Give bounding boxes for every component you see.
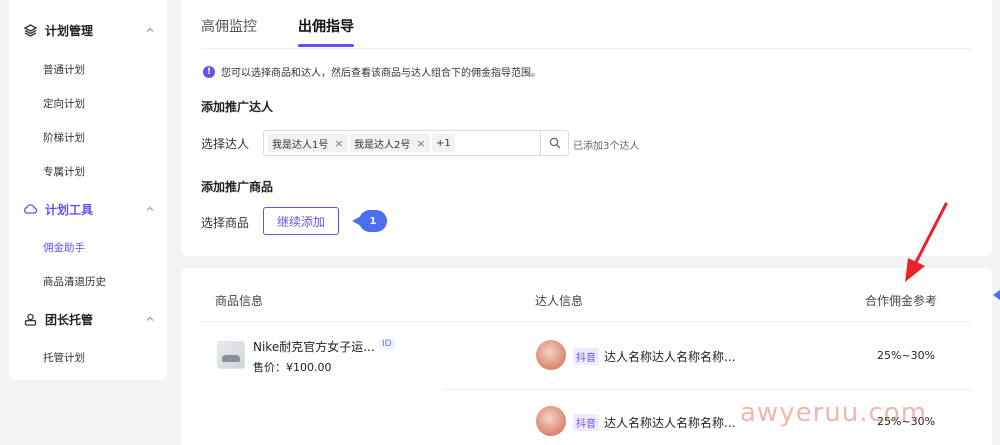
watermark: awyeruu.com [740, 398, 928, 428]
edge-pointer-icon [993, 290, 1000, 300]
annotation-arrow-icon [905, 202, 948, 282]
